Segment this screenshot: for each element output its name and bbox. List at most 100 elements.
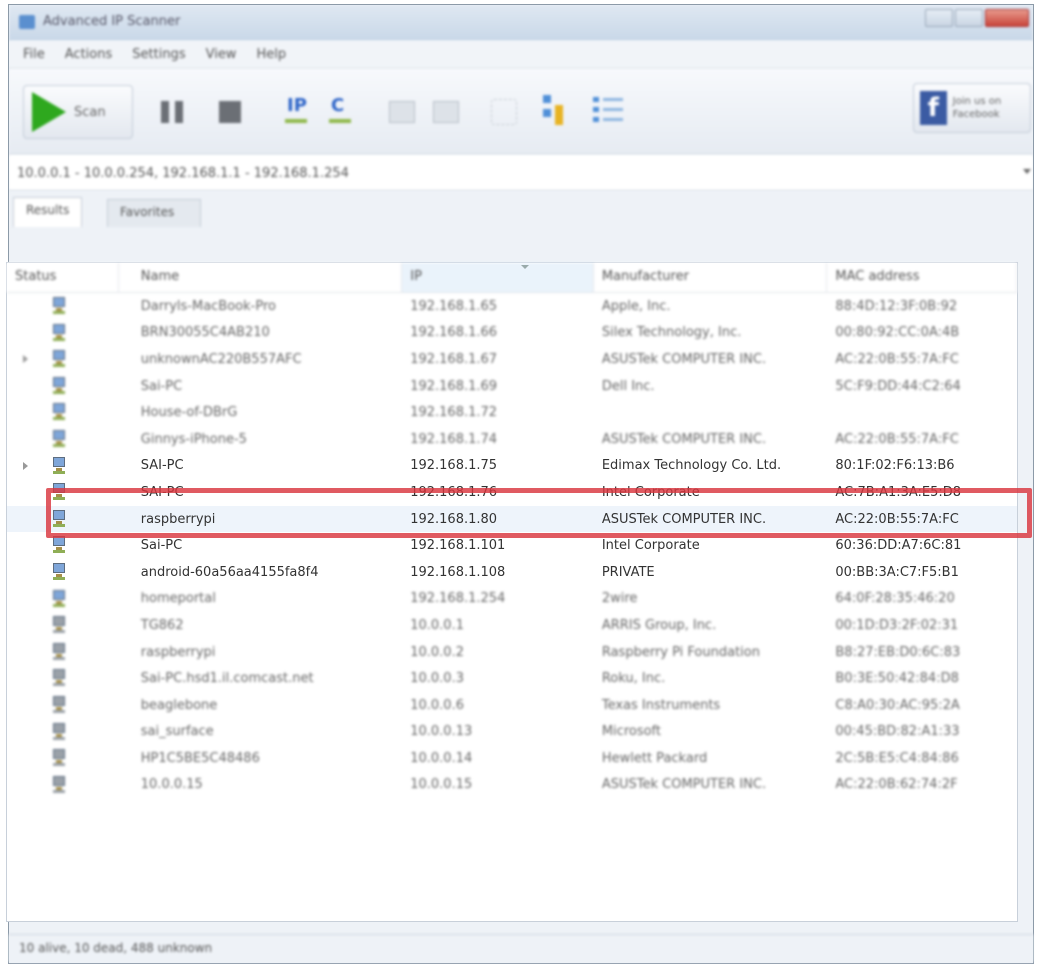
table-header: Status Name IP Manufacturer MAC address [7,263,1017,293]
column-header-mac[interactable]: MAC address [827,263,1017,292]
manufacturer-cell: Microsoft [601,724,662,740]
table-row[interactable]: Sai-PC 192.168.1.69 Dell Inc. 5C:F9:DD:44:C… [7,373,1017,400]
menu-view[interactable]: View [206,47,237,62]
table-row[interactable]: HP1C5BE5C48486 10.0.0.14 Hewlett Packard 2C… [7,745,1017,772]
close-button[interactable] [985,9,1029,27]
name-cell: TG862 [140,617,184,633]
table-row[interactable]: Sai-PC 192.168.1.101 Intel Corporate 60:36:… [7,532,1017,559]
mac-cell: 00:BB:3A:C7:F5:B1 [835,564,959,580]
expand-arrow-icon[interactable] [23,461,28,470]
table-row[interactable]: raspberrypi 10.0.0.2 Raspberry Pi Foundati… [7,639,1017,666]
maximize-button[interactable] [955,9,983,27]
manufacturer-cell: ASUSTek COMPUTER INC. [601,351,767,367]
ip-cell: 192.168.1.65 [410,298,498,314]
menu-settings[interactable]: Settings [132,47,185,62]
table-row[interactable]: android-60a56aa4155fa8f4 192.168.1.108 PRI… [7,559,1017,586]
column-header-status[interactable]: Status [7,263,119,292]
manufacturer-cell: Intel Corporate [601,484,700,500]
column-header-manufacturer[interactable]: Manufacturer [594,263,828,292]
mac-cell: B0:3E:50:42:84:D8 [835,671,959,687]
tab-results[interactable]: Results [13,197,83,227]
collapse-icon[interactable] [433,101,459,123]
table-row[interactable]: raspberrypi 192.168.1.80 ASUSTek COMPUTER … [7,505,1017,533]
tab-favorites[interactable]: Favorites [107,199,201,227]
name-cell: raspberrypi [140,511,216,527]
mac-cell: 88:4D:12:3F:0B:92 [835,298,958,314]
computer-icon [51,297,67,315]
expand-arrow-icon[interactable] [23,355,28,364]
mac-cell: 64:0F:28:35:46:20 [835,591,955,607]
status-cell [7,293,119,320]
menu-bar: File Actions Settings View Help [9,41,1033,69]
name-cell: sai_surface [140,724,214,740]
name-cell: 10.0.0.15 [140,777,203,793]
table-row[interactable]: homeportal 192.168.1.254 2wire 64:0F:28:35:… [7,586,1017,613]
status-cell [7,373,119,400]
name-cell: HP1C5BE5C48486 [140,750,260,766]
table-row[interactable]: Darryls-MacBook-Pro 192.168.1.65 Apple, In… [7,293,1017,320]
table-row[interactable]: sai_surface 10.0.0.13 Microsoft 00:45:BD:82… [7,719,1017,746]
name-cell: Darryls-MacBook-Pro [140,298,276,314]
computer-icon [51,616,67,634]
name-cell: beaglebone [140,697,218,713]
mac-cell: 60:36:DD:A7:6C:81 [835,538,962,554]
table-row[interactable]: BRN30055C4AB210 192.168.1.66 Silex Technol… [7,320,1017,347]
play-icon [32,92,66,132]
network-icon[interactable] [491,99,517,125]
expand-icon[interactable] [389,101,415,123]
manufacturer-cell: ASUSTek COMPUTER INC. [601,777,767,793]
name-cell: BRN30055C4AB210 [140,325,270,341]
table-row[interactable]: 10.0.0.15 10.0.0.15 ASUSTek COMPUTER INC. A… [7,772,1017,799]
table-row[interactable]: SAI-PC 192.168.1.75 Edimax Technology Co. … [7,453,1017,480]
c-subnet-icon[interactable]: C [328,95,352,123]
facebook-button[interactable]: f Join us on Facebook [913,83,1031,133]
ip-cell: 10.0.0.2 [410,644,464,660]
manufacturer-cell: ARRIS Group, Inc. [601,617,717,633]
computer-icon [51,483,67,501]
name-cell: House-of-DBrG [140,405,238,421]
table-body: Darryls-MacBook-Pro 192.168.1.65 Apple, In… [7,293,1017,798]
status-cell [7,586,119,613]
name-cell: Sai-PC.hsd1.il.comcast.net [140,671,314,687]
facebook-icon: f [920,91,947,125]
table-row[interactable]: Sai-PC.hsd1.il.comcast.net 10.0.0.3 Roku, … [7,665,1017,692]
stop-icon[interactable] [219,101,241,123]
name-cell: SAI-PC [140,458,184,474]
ip-cell: 10.0.0.3 [410,671,464,687]
ip-cell: 192.168.1.72 [410,405,498,421]
menu-actions[interactable]: Actions [65,47,113,62]
mac-cell: AC:7B:A1:3A:E5:D8 [835,484,962,500]
scan-button[interactable]: Scan [23,85,133,139]
table-row[interactable]: SAI-PC 192.168.1.76 Intel Corporate AC:7B:A… [7,479,1017,506]
column-header-ip[interactable]: IP [402,263,594,292]
column-header-name[interactable]: Name [119,263,403,292]
manufacturer-cell: Hewlett Packard [601,750,708,766]
computer-icon [51,562,67,581]
ip-range-input[interactable] [13,161,1023,185]
manufacturer-cell: Apple, Inc. [601,298,671,314]
minimize-button[interactable] [925,9,953,27]
menu-file[interactable]: File [23,47,45,62]
mac-cell: AC:22:0B:55:7A:FC [835,351,959,367]
table-row[interactable]: Ginnys-iPhone-5 192.168.1.74 ASUSTek COMPU… [7,426,1017,453]
ip-cell: 192.168.1.80 [410,511,498,527]
menu-help[interactable]: Help [256,47,286,62]
tree-icon[interactable] [543,95,577,127]
pause-icon[interactable] [161,101,185,123]
table-row[interactable]: unknownAC220B557AFC 192.168.1.67 ASUSTek C… [7,346,1017,373]
computer-icon [51,350,67,368]
mac-cell: B8:27:EB:D0:6C:83 [835,644,961,660]
manufacturer-cell: PRIVATE [601,564,655,580]
facebook-label: Join us on Facebook [952,96,1002,120]
dropdown-arrow-icon[interactable] [1023,169,1031,174]
mac-cell: 2C:5B:E5:C4:84:86 [835,750,959,766]
ip-cell: 192.168.1.108 [410,564,506,580]
table-row[interactable]: beaglebone 10.0.0.6 Texas Instruments C8:A0… [7,692,1017,719]
table-row[interactable]: House-of-DBrG 192.168.1.72 [7,399,1017,426]
manufacturer-cell: Raspberry Pi Foundation [601,644,760,660]
table-row[interactable]: TG862 10.0.0.1 ARRIS Group, Inc. 00:1D:D3:2… [7,612,1017,639]
ip-subnet-icon[interactable]: IP [285,95,307,123]
list-icon[interactable] [593,95,623,127]
status-cell [7,719,119,746]
ip-cell: 192.168.1.76 [410,484,498,500]
